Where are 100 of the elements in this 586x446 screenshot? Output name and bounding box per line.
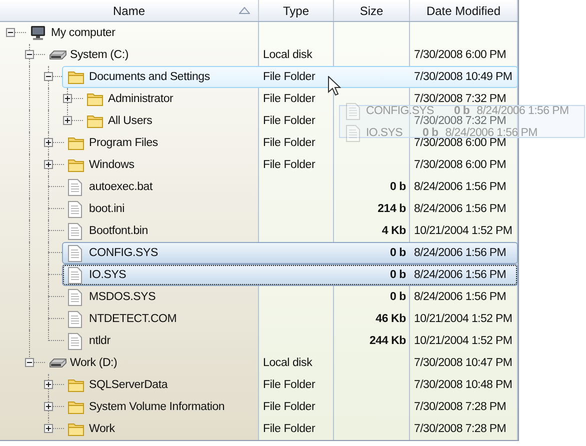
- date-text: 10/21/2004 1:52 PM: [414, 314, 512, 324]
- item-name[interactable]: Work (D:): [70, 358, 118, 368]
- date-text: 7/30/2008 7:32 PM: [414, 94, 506, 104]
- document-icon: [68, 222, 82, 240]
- collapse-icon[interactable]: [6, 28, 15, 37]
- collapse-icon[interactable]: [25, 50, 34, 59]
- size-text: 46 Kb: [376, 314, 406, 324]
- item-name[interactable]: MSDOS.SYS: [89, 292, 156, 302]
- expand-icon[interactable]: [63, 94, 72, 103]
- type-text: File Folder: [263, 138, 316, 148]
- item-name[interactable]: IO.SYS: [89, 270, 126, 280]
- column-header[interactable]: Name: [0, 0, 259, 21]
- folder-icon: [68, 70, 84, 84]
- item-name[interactable]: Windows: [89, 160, 134, 170]
- item-name[interactable]: Program Files: [89, 138, 158, 148]
- document-icon: [346, 124, 360, 142]
- expand-icon[interactable]: [44, 138, 53, 147]
- type-text: File Folder: [263, 72, 316, 82]
- document-icon: [68, 310, 82, 328]
- date-text: 7/30/2008 6:00 PM: [414, 138, 506, 148]
- date-text: 7/30/2008 7:28 PM: [414, 424, 506, 434]
- date-text: 7/30/2008 10:47 PM: [414, 358, 512, 368]
- item-name[interactable]: ntldr: [89, 336, 110, 346]
- folder-icon: [68, 422, 84, 436]
- column-header[interactable]: Type: [259, 0, 334, 21]
- item-name[interactable]: SQLServerData: [89, 380, 168, 390]
- date-text: 7/30/2008 7:28 PM: [414, 402, 506, 412]
- type-text: Local disk: [263, 358, 312, 368]
- size-text: 214 b: [378, 204, 406, 214]
- item-name[interactable]: My computer: [51, 28, 116, 38]
- item-name: CONFIG.SYS: [366, 106, 434, 116]
- item-name[interactable]: Administrator: [108, 94, 174, 104]
- folder-icon: [87, 92, 103, 106]
- size-text: 244 Kb: [369, 336, 406, 346]
- collapse-icon[interactable]: [44, 72, 53, 81]
- disk-drive-icon: [49, 50, 67, 60]
- date-text: 8/24/2006 1:56 PM: [414, 182, 506, 192]
- date-text: 8/24/2006 1:56 PM: [414, 248, 506, 258]
- tree-row[interactable]: IO.SYS 0 b 8/24/2006 1:56 PM: [62, 264, 518, 286]
- type-text: File Folder: [263, 424, 316, 434]
- size-text: 0 b: [422, 128, 438, 138]
- type-text: File Folder: [263, 94, 316, 104]
- date-text: 10/21/2004 1:52 PM: [414, 336, 512, 346]
- size-text: 0 b: [390, 270, 406, 280]
- item-name[interactable]: Documents and Settings: [89, 72, 210, 82]
- date-text: 7/30/2008 10:48 PM: [414, 380, 512, 390]
- size-text: 0 b: [390, 292, 406, 302]
- sort-arrow-icon: [239, 7, 250, 14]
- item-name[interactable]: autoexec.bat: [89, 182, 152, 192]
- tree-row[interactable]: Documents and Settings File Folder 7/30/2008 10:49 PM: [62, 66, 518, 88]
- date-text: 10/21/2004 1:52 PM: [414, 226, 512, 236]
- tree-row[interactable]: CONFIG.SYS 0 b 8/24/2006 1:56 PM: [62, 242, 518, 264]
- item-name[interactable]: boot.ini: [89, 204, 124, 214]
- mouse-pointer-icon: [328, 76, 341, 96]
- type-text: File Folder: [263, 402, 316, 412]
- type-text: File Folder: [263, 116, 316, 126]
- item-name[interactable]: System (C:): [70, 50, 128, 60]
- document-icon: [68, 332, 82, 350]
- item-name[interactable]: Work: [89, 424, 115, 434]
- date-text: 7/30/2008 10:49 PM: [414, 72, 512, 82]
- document-icon: [68, 288, 82, 306]
- item-name: IO.SYS: [366, 128, 403, 138]
- computer-icon: [30, 25, 46, 41]
- item-name[interactable]: All Users: [108, 116, 152, 126]
- date-text: 8/24/2006 1:56 PM: [414, 204, 506, 214]
- document-icon: [68, 244, 82, 262]
- document-icon: [68, 200, 82, 218]
- date-text: 7/30/2008 7:32 PM: [414, 116, 506, 126]
- type-text: File Folder: [263, 160, 316, 170]
- expand-icon[interactable]: [44, 380, 53, 389]
- disk-drive-icon: [49, 358, 67, 368]
- column-header[interactable]: Size: [334, 0, 410, 21]
- expand-icon[interactable]: [63, 116, 72, 125]
- folder-icon: [68, 136, 84, 150]
- expand-icon[interactable]: [44, 160, 53, 169]
- date-text: 8/24/2006 1:56 PM: [414, 270, 506, 280]
- size-text: 0 b: [390, 182, 406, 192]
- expand-icon[interactable]: [44, 424, 53, 433]
- size-text: 0 b: [454, 106, 470, 116]
- item-name[interactable]: Bootfont.bin: [89, 226, 148, 236]
- date-text: 7/30/2008 6:00 PM: [414, 50, 506, 60]
- document-icon: [346, 102, 360, 120]
- date-text: 8/24/2006 1:56 PM: [445, 128, 538, 138]
- collapse-icon[interactable]: [25, 358, 34, 367]
- item-name[interactable]: System Volume Information: [89, 402, 225, 412]
- date-text: 7/30/2008 6:00 PM: [414, 160, 506, 170]
- size-text: 0 b: [390, 248, 406, 258]
- folder-icon: [68, 400, 84, 414]
- item-name[interactable]: NTDETECT.COM: [89, 314, 177, 324]
- date-text: 8/24/2006 1:56 PM: [414, 292, 506, 302]
- folder-icon: [68, 378, 84, 392]
- document-icon: [68, 266, 82, 284]
- item-name[interactable]: CONFIG.SYS: [89, 248, 158, 258]
- folder-icon: [68, 158, 84, 172]
- type-text: Local disk: [263, 50, 312, 60]
- document-icon: [68, 178, 82, 196]
- size-text: 4 Kb: [382, 226, 406, 236]
- column-header[interactable]: Date Modified: [410, 0, 518, 21]
- type-text: File Folder: [263, 380, 316, 390]
- expand-icon[interactable]: [44, 402, 53, 411]
